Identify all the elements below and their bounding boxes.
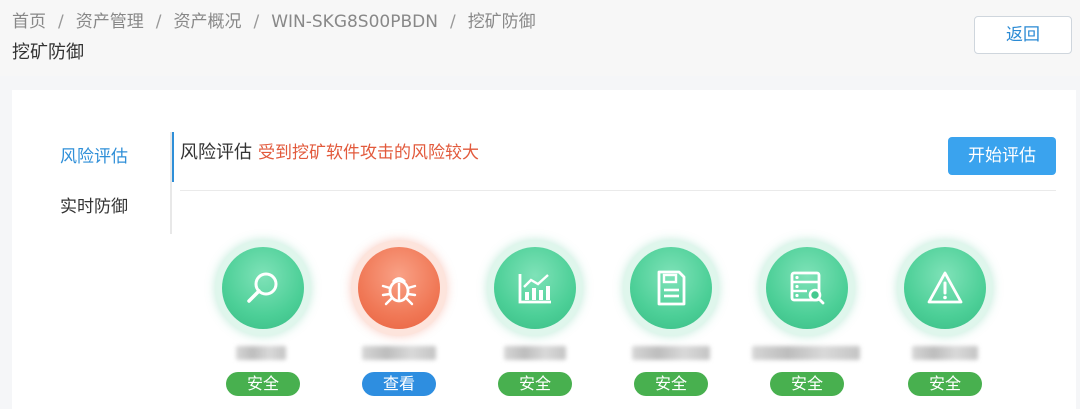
breadcrumb: 首页 / 资产管理 / 资产概况 / WIN-SKG8S00PBDN / 挖矿防御 bbox=[12, 7, 536, 32]
start-assessment-button[interactable]: 开始评估 bbox=[948, 137, 1056, 175]
page-header: 首页 / 资产管理 / 资产概况 / WIN-SKG8S00PBDN / 挖矿防御 挖矿防御 返… bbox=[0, 0, 1080, 76]
blurred-check-label bbox=[504, 346, 566, 360]
check-icon-circle bbox=[759, 240, 855, 336]
breadcrumb-asset-management[interactable]: 资产管理 bbox=[76, 12, 144, 32]
status-badge: 安全 bbox=[498, 372, 572, 396]
magnifier-icon bbox=[247, 272, 278, 303]
back-button[interactable]: 返回 bbox=[974, 16, 1072, 54]
server-search-icon bbox=[790, 271, 825, 305]
section-header: 风险评估 受到挖矿软件攻击的风险较大 bbox=[180, 138, 479, 164]
breadcrumb-current: 挖矿防御 bbox=[467, 12, 536, 32]
status-badge: 安全 bbox=[770, 372, 844, 396]
status-badge: 安全 bbox=[634, 372, 708, 396]
check-item: 安全 bbox=[480, 240, 590, 400]
status-badge: 安全 bbox=[908, 372, 982, 396]
blurred-check-label bbox=[236, 346, 286, 360]
section-title: 风险评估 bbox=[180, 142, 252, 163]
blurred-check-label bbox=[752, 346, 860, 360]
page-title: 挖矿防御 bbox=[12, 42, 84, 63]
breadcrumb-asset-overview[interactable]: 资产概况 bbox=[173, 12, 241, 32]
check-item: 安全 bbox=[616, 240, 726, 400]
warning-icon bbox=[927, 271, 963, 304]
breadcrumb-separator: / bbox=[253, 12, 260, 32]
bug-icon bbox=[381, 277, 417, 306]
breadcrumb-separator: / bbox=[449, 12, 456, 32]
blurred-check-label bbox=[912, 346, 978, 360]
check-icon-circle bbox=[623, 240, 719, 336]
check-item: 安全 bbox=[890, 240, 1000, 400]
check-item: 查看 bbox=[344, 240, 454, 400]
document-icon bbox=[657, 270, 686, 306]
divider bbox=[180, 190, 1056, 191]
breadcrumb-host[interactable]: WIN-SKG8S00PBDN bbox=[271, 12, 438, 32]
check-icon-circle bbox=[215, 240, 311, 336]
view-button[interactable]: 查看 bbox=[362, 372, 436, 396]
status-badge: 安全 bbox=[226, 372, 300, 396]
breadcrumb-separator: / bbox=[58, 12, 64, 32]
sidebar-item-realtime-defense[interactable]: 实时防御 bbox=[52, 182, 172, 232]
blurred-check-label bbox=[362, 346, 436, 360]
check-icon-circle bbox=[351, 240, 447, 336]
check-item: 安全 bbox=[208, 240, 318, 400]
check-icon-circle bbox=[487, 240, 583, 336]
check-icon-circle bbox=[897, 240, 993, 336]
check-item: 安全 bbox=[752, 240, 862, 400]
chart-icon bbox=[518, 274, 551, 304]
main-card: 风险评估 实时防御 风险评估 受到挖矿软件攻击的风险较大 开始评估 安全 查看 … bbox=[12, 90, 1076, 409]
breadcrumb-home[interactable]: 首页 bbox=[12, 12, 46, 32]
sidebar-item-risk-assessment[interactable]: 风险评估 bbox=[52, 132, 174, 182]
breadcrumb-separator: / bbox=[155, 12, 162, 32]
blurred-check-label bbox=[632, 346, 710, 360]
risk-warning-text: 受到挖矿软件攻击的风险较大 bbox=[258, 143, 479, 163]
side-nav: 风险评估 实时防御 bbox=[52, 132, 174, 234]
